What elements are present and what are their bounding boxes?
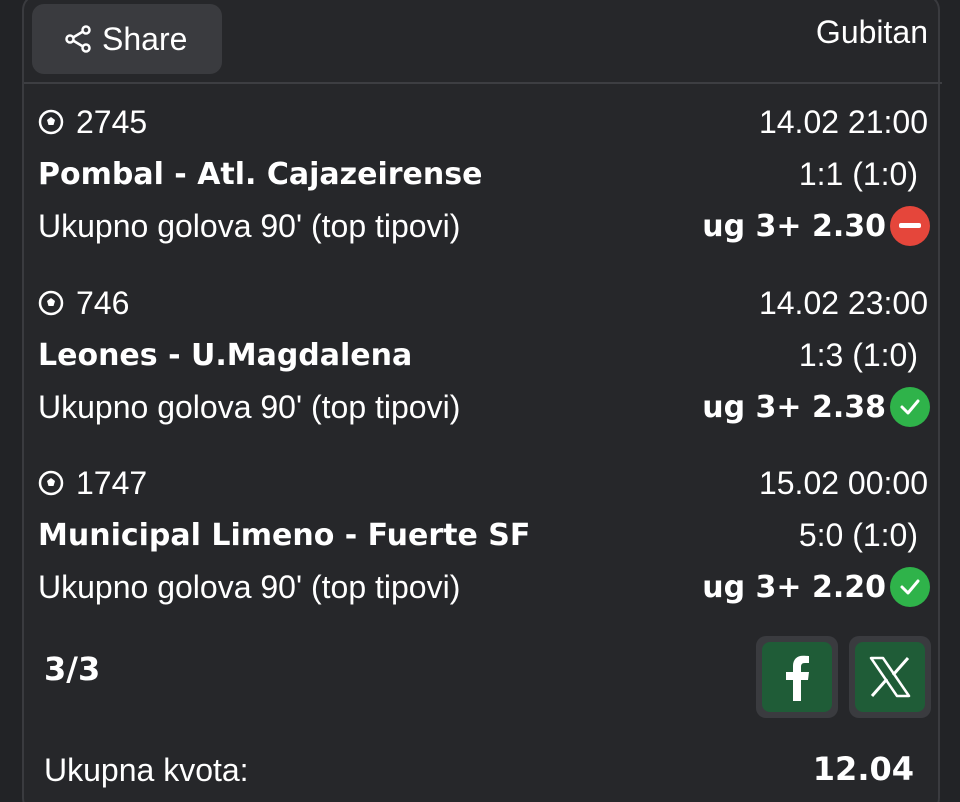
check-circle-icon	[890, 567, 930, 607]
minus-circle-icon	[890, 206, 930, 246]
soccer-ball-icon	[38, 290, 64, 316]
match-pick: ug 3+ 2.30	[702, 208, 886, 244]
total-odds-value: 12.04	[812, 750, 914, 788]
soccer-ball-icon	[38, 109, 64, 135]
match-market: Ukupno golova 90' (top tipovi)	[38, 388, 461, 425]
share-icon	[65, 25, 91, 53]
x-icon	[869, 656, 911, 698]
ticket-header: Share Gubitan	[24, 0, 942, 84]
ticket-status: Gubitan	[815, 14, 928, 50]
share-button[interactable]: Share	[32, 4, 222, 74]
match-id: 746	[76, 284, 130, 321]
facebook-icon	[786, 655, 809, 701]
match-teams: Leones - U.Magdalena	[38, 337, 413, 373]
match-datetime: 14.02 23:00	[758, 284, 928, 321]
match-score: 5:0 (1:0)	[798, 516, 918, 553]
x-share-button[interactable]	[849, 636, 931, 718]
match-score: 1:3 (1:0)	[798, 336, 918, 373]
match-teams: Pombal - Atl. Cajazeirense	[38, 156, 483, 192]
match-score: 1:1 (1:0)	[798, 155, 918, 192]
match-datetime: 15.02 00:00	[758, 464, 928, 501]
match-datetime: 14.02 21:00	[758, 103, 928, 140]
match-pick: ug 3+ 2.20	[702, 569, 886, 605]
facebook-share-button[interactable]	[756, 636, 838, 718]
match-market: Ukupno golova 90' (top tipovi)	[38, 207, 461, 244]
match-teams: Municipal Limeno - Fuerte SF	[38, 517, 531, 553]
check-circle-icon	[890, 387, 930, 427]
share-label: Share	[102, 20, 188, 57]
match-market: Ukupno golova 90' (top tipovi)	[38, 568, 461, 605]
match-id: 2745	[76, 103, 148, 140]
match-pick: ug 3+ 2.38	[702, 389, 886, 425]
match-count: 3/3	[44, 650, 101, 688]
soccer-ball-icon	[38, 470, 64, 496]
match-id: 1747	[76, 464, 148, 501]
total-odds-label: Ukupna kvota:	[44, 752, 249, 788]
